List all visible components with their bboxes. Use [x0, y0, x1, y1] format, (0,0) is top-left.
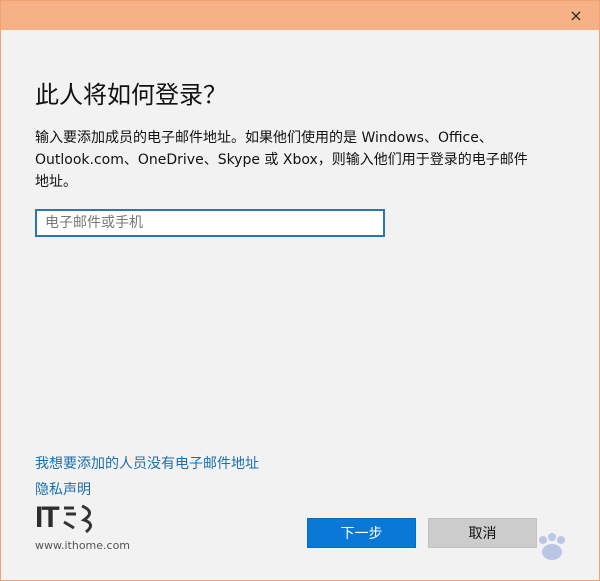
- logo-mark-icon: [62, 504, 92, 534]
- dialog-content: 此人将如何登录？ 输入要添加成员的电子邮件地址。如果他们使用的是 Windows…: [35, 79, 555, 193]
- logo-url: www.ithome.com: [35, 539, 131, 552]
- baidu-watermark: [535, 532, 569, 562]
- dialog-window: × 此人将如何登录？ 输入要添加成员的电子邮件地址。如果他们使用的是 Windo…: [0, 0, 600, 581]
- logo-text: IT: [35, 501, 60, 534]
- title-bar: ×: [1, 1, 599, 30]
- ithome-logo: IT www.ithome.com: [35, 501, 131, 561]
- description-text: 输入要添加成员的电子邮件地址。如果他们使用的是 Windows、Office、O…: [35, 130, 528, 190]
- next-button[interactable]: 下一步: [307, 518, 416, 548]
- no-email-link[interactable]: 我想要添加的人员没有电子邮件地址: [35, 453, 259, 473]
- email-field[interactable]: [37, 211, 383, 235]
- privacy-link[interactable]: 隐私声明: [35, 479, 91, 499]
- close-button[interactable]: ×: [553, 1, 599, 30]
- email-field-container: [35, 209, 385, 237]
- page-title: 此人将如何登录？: [35, 81, 227, 109]
- close-icon: ×: [569, 6, 583, 25]
- cancel-button[interactable]: 取消: [428, 518, 537, 548]
- paw-icon: [539, 533, 565, 560]
